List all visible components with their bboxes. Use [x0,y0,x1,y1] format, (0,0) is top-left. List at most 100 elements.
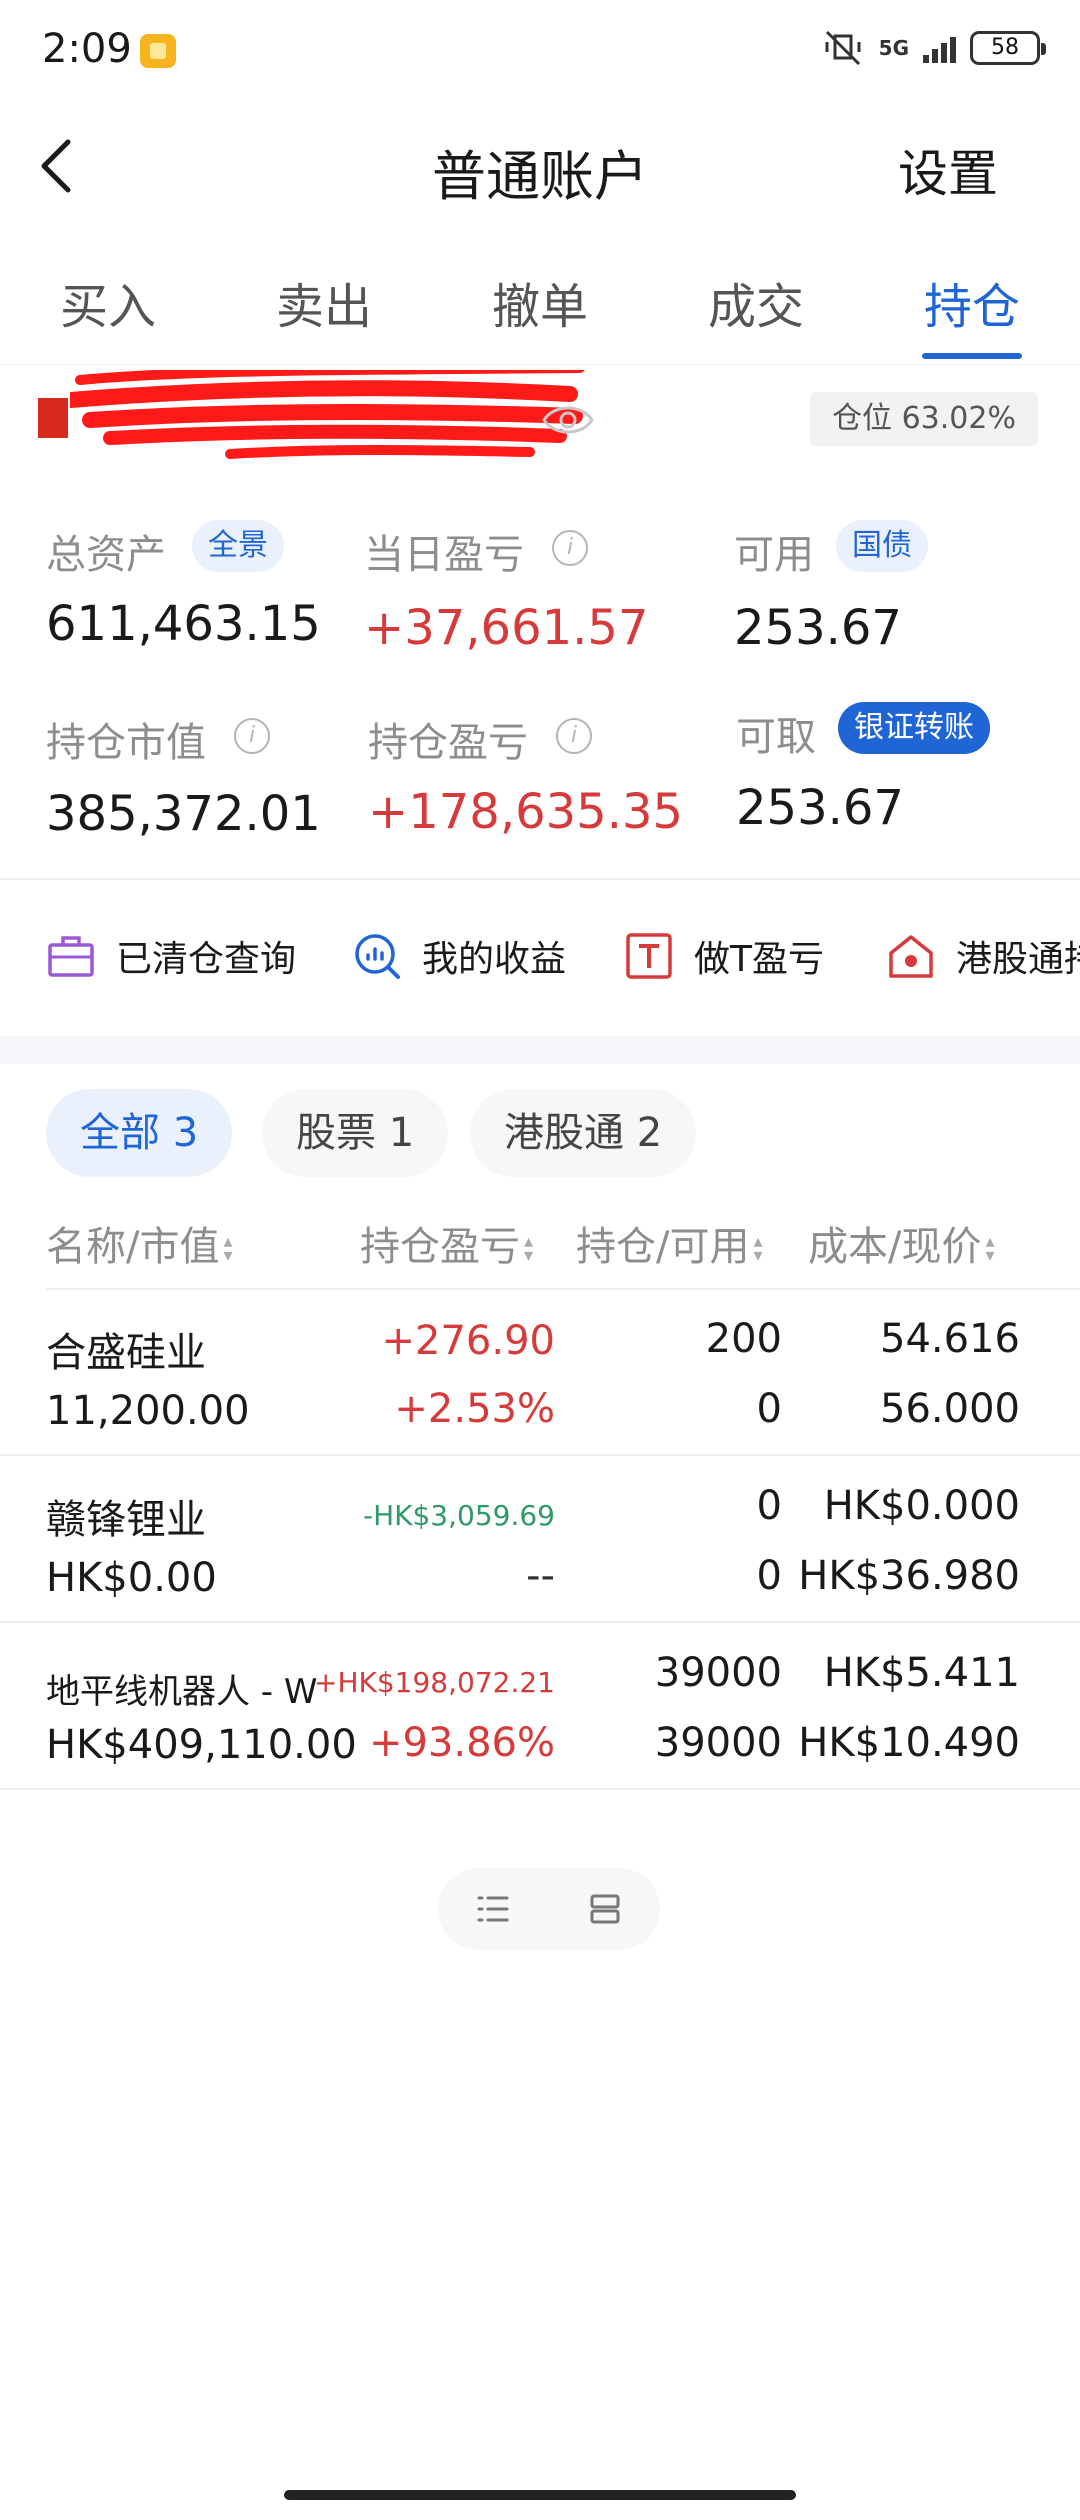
column-label: 名称/市值 [46,1224,220,1270]
hk-house-icon [889,935,933,978]
stock-pnl-percent: +2.53% [394,1386,555,1432]
info-icon[interactable]: i [234,718,270,754]
treasury-tag-button[interactable]: 国债 [836,520,928,572]
stock-name: 合盛硅业 [46,1330,206,1376]
sort-icon: ▴ ▾ [223,1231,233,1266]
mute-vibrate-icon [825,30,861,66]
stock-cost: 54.616 [880,1316,1020,1362]
table-row[interactable]: 地平线机器人 - W HK$409,110.00 +HK$198,072.21 … [0,1624,1080,1790]
stock-pnl: +276.90 [381,1318,555,1364]
stock-market-value: HK$409,110.00 [46,1722,357,1768]
briefcase-icon [48,936,94,977]
position-pnl-label: 持仓盈亏 [368,720,528,766]
system-icons: 5G 58 [821,28,1046,68]
filter-all-chip[interactable]: 全部 3 [46,1089,233,1177]
position-ratio-badge: 仓位 63.02% [810,392,1038,446]
card-view-button[interactable] [550,1868,660,1950]
filter-hk-connect-chip[interactable]: 港股通 2 [470,1089,697,1177]
section-divider [0,1036,1080,1064]
stock-pnl: +HK$198,072.21 [313,1666,555,1699]
quick-actions: 已清仓查询 我的收益 做T盈亏 港股通持 [0,900,1080,1010]
table-row[interactable]: 合盛硅业 11,200.00 +276.90 +2.53% 200 0 54.6… [0,1290,1080,1456]
card-view-icon [590,1894,620,1924]
chart-search-icon [355,934,400,979]
stock-position: 39000 [654,1650,782,1696]
filter-stocks-chip[interactable]: 股票 1 [262,1089,449,1177]
quick-action-label: 已清仓查询 [116,939,297,980]
status-time: 2:09 [42,26,132,72]
cleared-positions-button[interactable]: 已清仓查询 [46,928,296,984]
column-label: 成本/现价 [808,1224,982,1270]
settings-button[interactable]: 设置 [898,134,998,206]
view-toggle [438,1868,660,1950]
stock-market-value: HK$0.00 [46,1555,217,1601]
stock-price: 56.000 [880,1386,1020,1432]
withdrawable-value: 253.67 [736,780,904,836]
signal-icon [923,33,956,63]
stock-price: HK$10.490 [798,1720,1020,1766]
notification-app-icon [140,34,176,68]
holdings-table-header: 名称/市值 ▴ ▾ 持仓盈亏 ▴ ▾ 持仓/可用 ▴ ▾ 成本/现价 ▴ ▾ [0,1208,1080,1288]
china-flag-icon [38,398,68,438]
quick-action-label: 我的收益 [422,939,567,980]
stock-cost: HK$5.411 [823,1650,1020,1696]
sort-icon: ▴ ▾ [753,1231,763,1266]
stock-available: 0 [756,1386,782,1432]
stock-name: 赣锋锂业 [46,1497,206,1543]
stock-market-value: 11,200.00 [46,1388,250,1434]
status-bar: 2:09 5G 58 [0,0,1080,100]
list-icon [477,1896,509,1922]
position-pnl-value: +178,635.35 [368,784,684,840]
column-label: 持仓/可用 [576,1224,750,1270]
quick-action-label: 港股通持 [956,939,1080,980]
stock-cost: HK$0.000 [823,1483,1020,1529]
header: 普通账户 设置 [0,110,1080,220]
trade-tabs: 买入 卖出 撤单 成交 持仓 [0,255,1080,365]
column-name-market-value[interactable]: 名称/市值 ▴ ▾ [46,1214,233,1272]
stock-price: HK$36.980 [798,1553,1020,1599]
tab-buy[interactable]: 买入 [60,267,156,337]
hk-connect-holdings-button[interactable]: 港股通持 [886,928,1080,984]
stock-pnl: -HK$3,059.69 [362,1499,555,1532]
overview-tag-button[interactable]: 全景 [192,520,284,572]
quick-action-label: 做T盈亏 [694,939,824,980]
info-icon[interactable]: i [552,530,588,566]
tab-sell[interactable]: 卖出 [276,267,372,337]
stock-available: 39000 [654,1720,782,1766]
column-cost-price[interactable]: 成本/现价 ▴ ▾ [808,1214,995,1272]
battery-icon: 58 [970,31,1046,65]
tab-deals[interactable]: 成交 [708,267,804,337]
account-summary: 总资产 全景 611,463.15 当日盈亏 i +37,661.57 可用 国… [0,500,1080,880]
sort-icon: ▴ ▾ [524,1231,534,1266]
account-row: 仓位 63.02% [0,370,1080,470]
stock-pnl-percent: +93.86% [368,1720,555,1766]
list-view-button[interactable] [438,1868,548,1950]
market-value-value: 385,372.01 [46,786,321,842]
daily-pnl-label: 当日盈亏 [364,532,524,578]
stock-name: 地平线机器人 - W [46,1672,318,1712]
tab-holdings[interactable]: 持仓 [924,267,1020,337]
tab-cancel-order[interactable]: 撤单 [492,267,588,337]
stock-position: 0 [756,1483,782,1529]
bank-transfer-button[interactable]: 银证转账 [838,702,990,754]
table-row[interactable]: 赣锋锂业 HK$0.00 -HK$3,059.69 -- 0 0 HK$0.00… [0,1457,1080,1623]
info-icon[interactable]: i [556,718,592,754]
total-assets-label: 总资产 [46,532,166,578]
column-position-available[interactable]: 持仓/可用 ▴ ▾ [576,1214,763,1272]
home-indicator[interactable] [284,2490,796,2500]
column-label: 持仓盈亏 [360,1224,520,1270]
stock-available: 0 [756,1553,782,1599]
stock-position: 200 [705,1316,782,1362]
network-type-label: 5G [878,36,909,60]
total-assets-value: 611,463.15 [46,596,321,652]
t-box-icon [626,933,672,979]
redaction-scribble [70,370,585,459]
available-label: 可用 [734,532,814,578]
sort-icon: ▴ ▾ [985,1231,995,1266]
my-earnings-button[interactable]: 我的收益 [352,928,566,984]
day-trade-pnl-button[interactable]: 做T盈亏 [624,928,824,984]
market-value-label: 持仓市值 [46,720,206,766]
column-position-pnl[interactable]: 持仓盈亏 ▴ ▾ [360,1214,533,1272]
daily-pnl-value: +37,661.57 [364,600,649,656]
eye-icon[interactable] [540,398,596,442]
